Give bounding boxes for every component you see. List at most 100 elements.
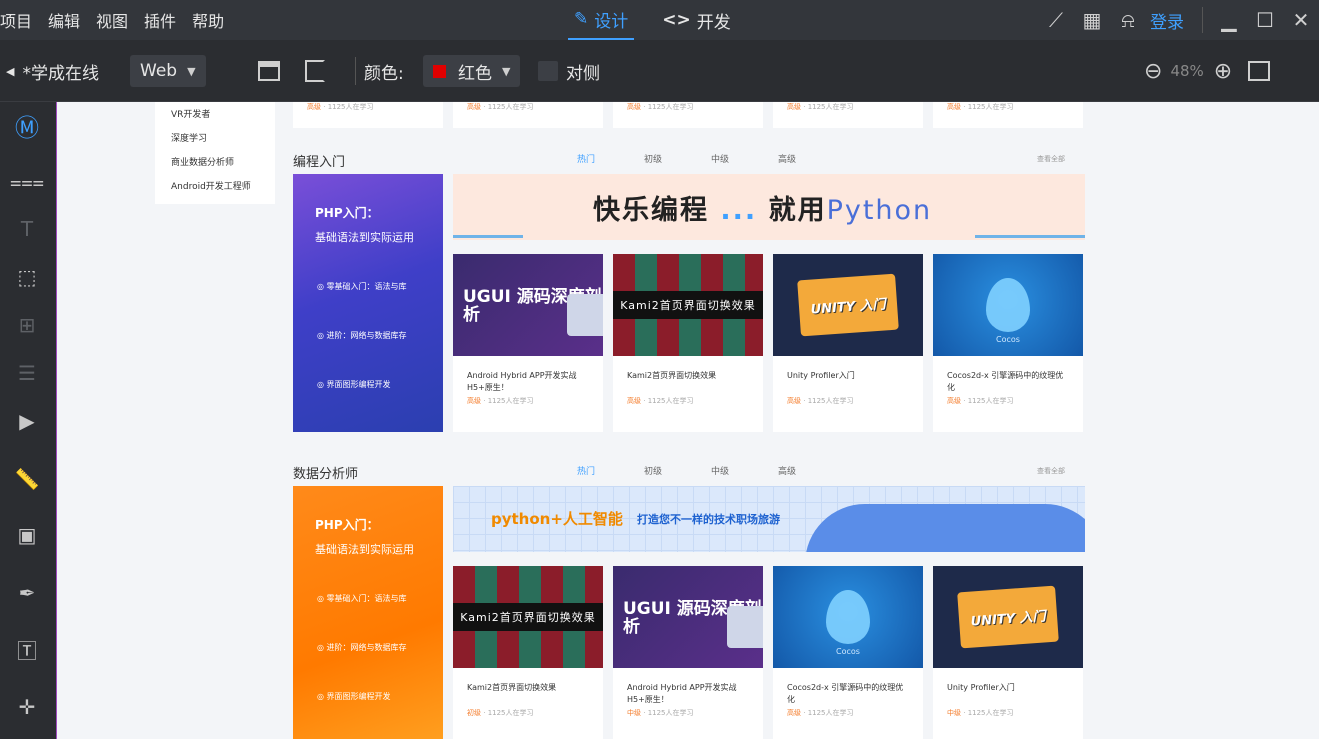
- thumb-text: Kami2首页界面切换效果: [613, 291, 763, 319]
- course-title: Kami2首页界面切换效果: [467, 683, 557, 692]
- export-icon[interactable]: [305, 40, 325, 102]
- select-frame-icon[interactable]: ⬚: [8, 258, 46, 296]
- menu-plugins[interactable]: 插件: [144, 8, 176, 32]
- view-all-link[interactable]: 查看全部: [1037, 154, 1065, 164]
- category-item[interactable]: 商业数据分析师: [171, 154, 275, 178]
- opposite-toggle[interactable]: 对侧: [538, 40, 600, 102]
- course-card[interactable]: Kami2首页界面切换效果 Kami2首页界面切换效果 初级 · 1125人在学…: [453, 566, 603, 739]
- text-tool-icon[interactable]: T: [8, 210, 46, 248]
- promo-step: ◎ 进阶：网络与数据库存: [317, 643, 407, 652]
- level-tab[interactable]: 热门: [577, 464, 644, 477]
- text-box-icon[interactable]: 🅃: [8, 630, 46, 668]
- cloud-illustration: [805, 504, 1085, 552]
- zoom-out-icon[interactable]: ⊖: [1144, 59, 1162, 84]
- course-level: 高级: [787, 709, 801, 717]
- ruler-icon[interactable]: 📏: [8, 460, 46, 498]
- platform-value: Web: [140, 61, 178, 81]
- course-level: 高级: [787, 397, 801, 405]
- eyedropper-icon[interactable]: ✒: [8, 574, 46, 612]
- zoom-in-icon[interactable]: ⊕: [1214, 59, 1232, 84]
- city-illustration: [453, 186, 523, 238]
- brush-icon[interactable]: ⟋: [1038, 0, 1074, 40]
- course-card[interactable]: Cocos Cocos2d-x 引擎源码中的纹理优化 高级 · 1125人在学习: [933, 254, 1083, 432]
- thumb-text: Kami2首页界面切换效果: [453, 603, 603, 631]
- level-tab[interactable]: 初级: [644, 152, 711, 165]
- card-count: 1125人在学习: [327, 103, 374, 111]
- course-card-partial[interactable]: 高级 · 1125人在学习: [293, 102, 443, 128]
- card-level: 高级: [627, 103, 641, 111]
- course-level: 高级: [627, 397, 641, 405]
- category-item[interactable]: Android开发工程师: [171, 178, 275, 202]
- mode-switch: ✎ 设计 <> 开发: [568, 0, 759, 40]
- course-card-partial[interactable]: 高级 · 1125人在学习: [453, 102, 603, 128]
- close-icon[interactable]: ✕: [1283, 0, 1319, 40]
- list-icon[interactable]: ☰: [8, 354, 46, 392]
- menu-view[interactable]: 视图: [96, 8, 128, 32]
- banner-mid-text: 就用: [768, 195, 827, 226]
- course-card[interactable]: UGUI 源码深度剖析 Android Hybrid APP开发实战 H5+原生…: [613, 566, 763, 739]
- menu-help[interactable]: 帮助: [192, 8, 224, 32]
- save-icon[interactable]: [258, 40, 280, 102]
- color-dropdown[interactable]: 红色 ▼: [423, 55, 521, 87]
- promo-panel[interactable]: PHP入门： 基础语法到实际运用 ◎ 零基础入门：语法与库 ◎ 进阶：网络与数据库…: [293, 486, 443, 739]
- minimize-icon[interactable]: ▁: [1211, 0, 1247, 40]
- fit-screen-icon[interactable]: [1248, 61, 1271, 81]
- card-count: 1125人在学习: [487, 103, 534, 111]
- python-banner[interactable]: 快乐编程 ... 就用Python: [453, 174, 1085, 240]
- design-canvas[interactable]: VR开发者 深度学习 商业数据分析师 Android开发工程师 高级 · 112…: [56, 102, 1319, 739]
- course-card[interactable]: UNITY 入门 Unity Profiler入门 高级 · 1125人在学习: [773, 254, 923, 432]
- maximize-icon[interactable]: ☐: [1247, 0, 1283, 40]
- course-card[interactable]: UNITY 入门 Unity Profiler入门 中级 · 1125人在学习: [933, 566, 1083, 739]
- project-selector[interactable]: ◀ *学成在线: [6, 40, 99, 102]
- promo-title: PHP入门：: [315, 206, 379, 220]
- course-meta: 高级 · 1125人在学习: [787, 709, 854, 717]
- tab-design-label: 设计: [594, 11, 629, 32]
- grid-icon[interactable]: ⊞: [8, 306, 46, 344]
- card-count: 1125人在学习: [967, 103, 1014, 111]
- course-card-partial[interactable]: 高级 · 1125人在学习: [613, 102, 763, 128]
- course-count: 1125人在学习: [487, 709, 534, 717]
- opposite-checkbox[interactable]: [538, 61, 558, 81]
- promo-step-text: 界面图形编程开发: [326, 692, 391, 701]
- card-level: 高级: [307, 103, 321, 111]
- crosshair-icon[interactable]: ✛: [8, 688, 46, 726]
- course-meta: 中级 · 1125人在学习: [947, 709, 1014, 717]
- tab-develop[interactable]: <> 开发: [656, 0, 737, 40]
- level-tab[interactable]: 高级: [778, 464, 845, 477]
- platform-dropdown[interactable]: Web ▼: [130, 55, 206, 87]
- course-card-partial[interactable]: 高级 · 1125人在学习: [773, 102, 923, 128]
- menu-project[interactable]: 项目: [0, 8, 32, 32]
- bell-icon[interactable]: ⍾: [1110, 0, 1146, 40]
- category-item[interactable]: 深度学习: [171, 130, 275, 154]
- level-tab[interactable]: 热门: [577, 152, 644, 165]
- zoom-level: 48%: [1170, 62, 1204, 80]
- course-card[interactable]: UGUI 源码深度剖析 Android Hybrid APP开发实战 H5+原生…: [453, 254, 603, 432]
- thumb-text: Cocos: [996, 335, 1020, 344]
- divider: [355, 57, 356, 85]
- view-all-link[interactable]: 查看全部: [1037, 466, 1065, 476]
- top-card-row: 高级 · 1125人在学习 高级 · 1125人在学习 高级 · 1125人在学…: [293, 102, 1093, 128]
- level-tab[interactable]: 初级: [644, 464, 711, 477]
- course-card[interactable]: Cocos Cocos2d-x 引擎源码中的纹理优化 高级 · 1125人在学习: [773, 566, 923, 739]
- layers-icon[interactable]: ⩶: [8, 162, 46, 200]
- gift-icon[interactable]: ▦: [1074, 0, 1110, 40]
- course-card-partial[interactable]: 高级 · 1125人在学习: [933, 102, 1083, 128]
- level-tab[interactable]: 高级: [778, 152, 845, 165]
- ai-banner[interactable]: python+人工智能 打造您不一样的技术职场旅游: [453, 486, 1085, 552]
- chevron-down-icon: ▼: [502, 64, 511, 78]
- city-illustration: [975, 186, 1085, 238]
- logo-icon[interactable]: Ⓜ: [8, 106, 46, 144]
- course-section: 数据分析师 热门 初级 中级 高级 查看全部 PHP入门： 基础语法到实际运用 ◎ 零…: [293, 458, 1085, 739]
- course-section: 编程入门 热门 初级 中级 高级 查看全部 PHP入门： 基础语法到实际运用 ◎ 零基…: [293, 146, 1085, 432]
- frame-icon[interactable]: ▣: [8, 516, 46, 554]
- login-button[interactable]: 登录: [1150, 8, 1184, 33]
- course-card[interactable]: Kami2首页界面切换效果 Kami2首页界面切换效果 高级 · 1125人在学…: [613, 254, 763, 432]
- menu-edit[interactable]: 编辑: [48, 8, 80, 32]
- category-item[interactable]: VR开发者: [171, 106, 275, 130]
- thumb-text: UNITY 入门: [810, 296, 887, 318]
- promo-panel[interactable]: PHP入门： 基础语法到实际运用 ◎ 零基础入门：语法与库 ◎ 进阶：网络与数据库…: [293, 174, 443, 432]
- level-tab[interactable]: 中级: [711, 152, 778, 165]
- play-icon[interactable]: ▶: [8, 402, 46, 440]
- tab-design[interactable]: ✎ 设计: [568, 0, 635, 40]
- level-tab[interactable]: 中级: [711, 464, 778, 477]
